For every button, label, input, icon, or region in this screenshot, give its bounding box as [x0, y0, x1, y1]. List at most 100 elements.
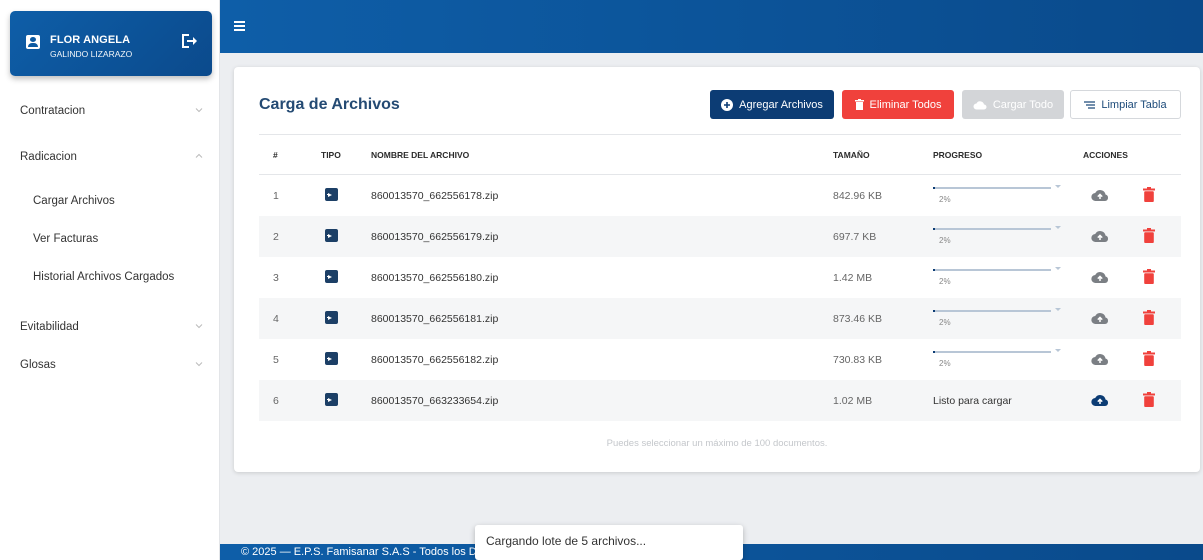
progress-percent: 2% — [939, 318, 951, 327]
row-number: 6 — [273, 395, 279, 407]
hamburger-icon[interactable] — [234, 21, 245, 31]
file-zip-icon — [325, 311, 338, 324]
chevron-down-icon — [1055, 185, 1061, 189]
trash-icon[interactable] — [1143, 228, 1155, 243]
top-bar — [220, 0, 1203, 53]
progress-fill — [933, 310, 936, 312]
logout-icon[interactable] — [178, 31, 198, 51]
row-number: 4 — [273, 313, 279, 325]
sidebar-menu: Contratacion Radicacion Cargar Archivos … — [0, 92, 219, 384]
trash-icon[interactable] — [1143, 269, 1155, 284]
chevron-down-icon — [1055, 267, 1061, 271]
plus-circle-icon — [721, 98, 734, 111]
load-all-label: Cargar Todo — [992, 98, 1054, 111]
file-zip-icon — [325, 229, 338, 242]
trash-icon[interactable] — [1143, 392, 1155, 407]
sidebar-item-radicacion[interactable]: Radicacion — [0, 138, 219, 176]
sidebar-item-label: Contratacion — [20, 105, 86, 117]
table-row: 2 860013570_662556179.zip 697.7 KB 2% — [259, 216, 1181, 257]
trash-icon[interactable] — [1143, 351, 1155, 366]
file-name: 860013570_662556179.zip — [371, 231, 499, 243]
progress-fill — [933, 187, 936, 189]
progress-percent: 2% — [939, 277, 951, 286]
max-documents-note: Puedes seleccionar un máximo de 100 docu… — [606, 438, 828, 449]
clear-lines-icon — [1084, 100, 1096, 109]
trash-icon — [854, 99, 864, 110]
chevron-down-icon — [1055, 349, 1061, 353]
sidebar-item-glosas[interactable]: Glosas — [0, 346, 219, 384]
file-name: 860013570_662556181.zip — [371, 313, 499, 325]
table-row: 4 860013570_662556181.zip 873.46 KB 2% — [259, 298, 1181, 339]
progress-bar: 2% — [933, 185, 1063, 207]
sidebar: FLOR ANGELA GALINDO LIZARAZO Contratacio… — [0, 0, 220, 560]
cloud-upload-icon[interactable] — [1091, 310, 1109, 326]
file-zip-icon — [325, 188, 338, 201]
sidebar-item-label: Glosas — [20, 359, 56, 371]
progress-bar: 2% — [933, 308, 1063, 330]
sidebar-subitem-cargar-archivos[interactable]: Cargar Archivos — [0, 182, 219, 220]
progress-percent: 2% — [939, 359, 951, 368]
file-size: 697.7 KB — [833, 231, 877, 243]
row-number: 2 — [273, 231, 279, 243]
chevron-down-icon — [195, 362, 203, 367]
file-name: 860013570_662556182.zip — [371, 354, 499, 366]
progress-fill — [933, 269, 936, 271]
cloud-upload-icon[interactable] — [1091, 228, 1109, 244]
table-body: 1 860013570_662556178.zip 842.96 KB 2% 2 86… — [259, 175, 1181, 421]
file-size: 842.96 KB — [833, 190, 883, 202]
col-num: # — [273, 150, 278, 160]
delete-all-button[interactable]: Eliminar Todos — [842, 90, 954, 119]
sidebar-item-evitabilidad[interactable]: Evitabilidad — [0, 308, 219, 346]
progress-bar: 2% — [933, 349, 1063, 371]
chevron-down-icon — [195, 324, 203, 329]
cloud-upload-icon[interactable] — [1091, 351, 1109, 367]
table-row: 3 860013570_662556180.zip 1.42 MB 2% — [259, 257, 1181, 298]
clear-table-label: Limpiar Tabla — [1101, 98, 1167, 111]
trash-icon[interactable] — [1143, 310, 1155, 325]
table-row: 6 860013570_663233654.zip 1.02 MB Listo par… — [259, 380, 1181, 421]
row-number: 1 — [273, 190, 279, 202]
cloud-upload-icon[interactable] — [1091, 187, 1109, 203]
table-row: 1 860013570_662556178.zip 842.96 KB 2% — [259, 175, 1181, 216]
sidebar-item-label: Radicacion — [20, 151, 77, 163]
file-zip-icon — [325, 393, 338, 406]
sidebar-subitem-ver-facturas[interactable]: Ver Facturas — [0, 220, 219, 258]
footer-copyright: © 2025 — E.P.S. Famisanar S.A.S - Todos … — [241, 546, 477, 558]
file-size: 730.83 KB — [833, 354, 883, 366]
progress-bar: 2% — [933, 267, 1063, 289]
clear-table-button[interactable]: Limpiar Tabla — [1070, 90, 1181, 119]
user-card: FLOR ANGELA GALINDO LIZARAZO — [10, 11, 212, 76]
progress-percent: 2% — [939, 236, 951, 245]
col-type: TIPO — [321, 150, 341, 160]
file-name: 860013570_662556180.zip — [371, 272, 499, 284]
cloud-upload-icon[interactable] — [1091, 392, 1109, 408]
col-actions: ACCIONES — [1083, 150, 1128, 160]
trash-icon[interactable] — [1143, 187, 1155, 202]
file-status: Listo para cargar — [933, 395, 1012, 407]
file-name: 860013570_662556178.zip — [371, 190, 499, 202]
sidebar-subitem-historial[interactable]: Historial Archivos Cargados — [0, 258, 219, 296]
chevron-down-icon — [195, 108, 203, 113]
col-progress: PROGRESO — [933, 150, 983, 160]
chevron-down-icon — [1055, 226, 1061, 230]
add-files-button[interactable]: Agregar Archivos — [710, 90, 834, 119]
col-size: TAMAÑO — [833, 150, 870, 160]
file-name: 860013570_663233654.zip — [371, 395, 499, 407]
chevron-down-icon — [1055, 308, 1061, 312]
file-size: 873.46 KB — [833, 313, 883, 325]
sidebar-item-contratacion[interactable]: Contratacion — [0, 92, 219, 130]
col-name: NOMBRE DEL ARCHIVO — [371, 150, 470, 160]
cloud-upload-icon[interactable] — [1091, 269, 1109, 285]
file-size: 1.02 MB — [833, 395, 873, 407]
progress-fill — [933, 228, 936, 230]
row-number: 5 — [273, 354, 279, 366]
progress-fill — [933, 351, 936, 353]
page-title: Carga de Archivos — [259, 96, 400, 113]
add-files-label: Agregar Archivos — [739, 98, 823, 111]
toast-notification: Cargando lote de 5 archivos... — [475, 525, 743, 560]
row-number: 3 — [273, 272, 279, 284]
load-all-button[interactable]: Cargar Todo — [962, 90, 1064, 119]
table-row: 5 860013570_662556182.zip 730.83 KB 2% — [259, 339, 1181, 380]
progress-bar: 2% — [933, 226, 1063, 248]
chevron-up-icon — [195, 153, 203, 158]
